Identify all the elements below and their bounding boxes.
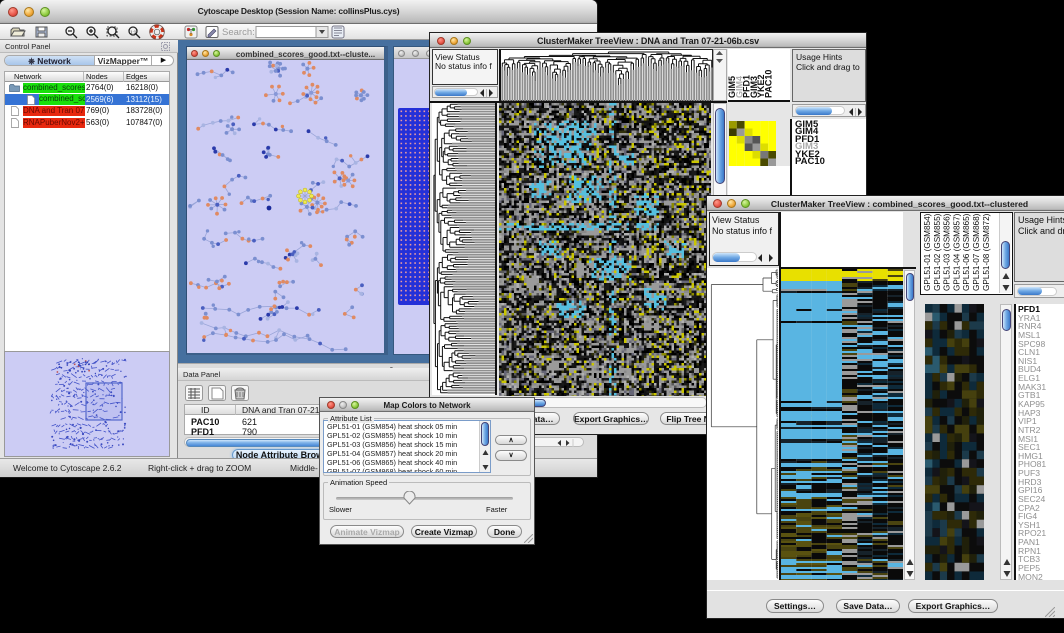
svg-text:GPL51-07 (GSM868): GPL51-07 (GSM868)	[972, 213, 981, 291]
svg-text:1:1: 1:1	[130, 30, 137, 35]
svg-text:GPL51-02 (GSM855): GPL51-02 (GSM855)	[933, 213, 942, 291]
svg-text:GPL51-04 (GSM857): GPL51-04 (GSM857)	[952, 213, 961, 291]
svg-text:GPL51-08 (GSM872): GPL51-08 (GSM872)	[982, 213, 991, 291]
svg-text:GPL51-01 (GSM854): GPL51-01 (GSM854)	[923, 213, 932, 291]
svg-text:GPL51-03 (GSM856): GPL51-03 (GSM856)	[943, 213, 952, 291]
svg-text:PAC10: PAC10	[764, 70, 774, 98]
svg-text:GPL51-06 (GSM865): GPL51-06 (GSM865)	[962, 213, 971, 291]
svg-text:Search:: Search:	[222, 27, 255, 38]
